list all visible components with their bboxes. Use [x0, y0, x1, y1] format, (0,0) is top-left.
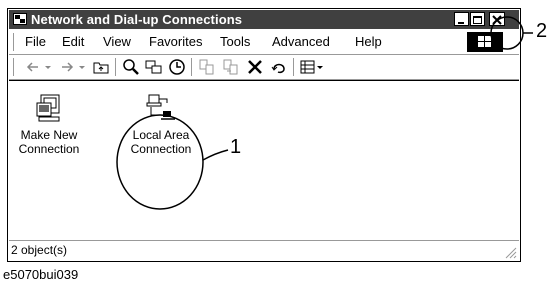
figure-caption: e5070bui039	[3, 267, 79, 282]
callout-label-1: 1	[230, 136, 242, 158]
callout-circle-close	[490, 16, 524, 50]
callout-line-1	[202, 149, 229, 161]
callout-label-2: 2	[536, 20, 548, 42]
callout-circle-local-area	[116, 114, 204, 210]
callout-overlay	[116, 16, 533, 210]
